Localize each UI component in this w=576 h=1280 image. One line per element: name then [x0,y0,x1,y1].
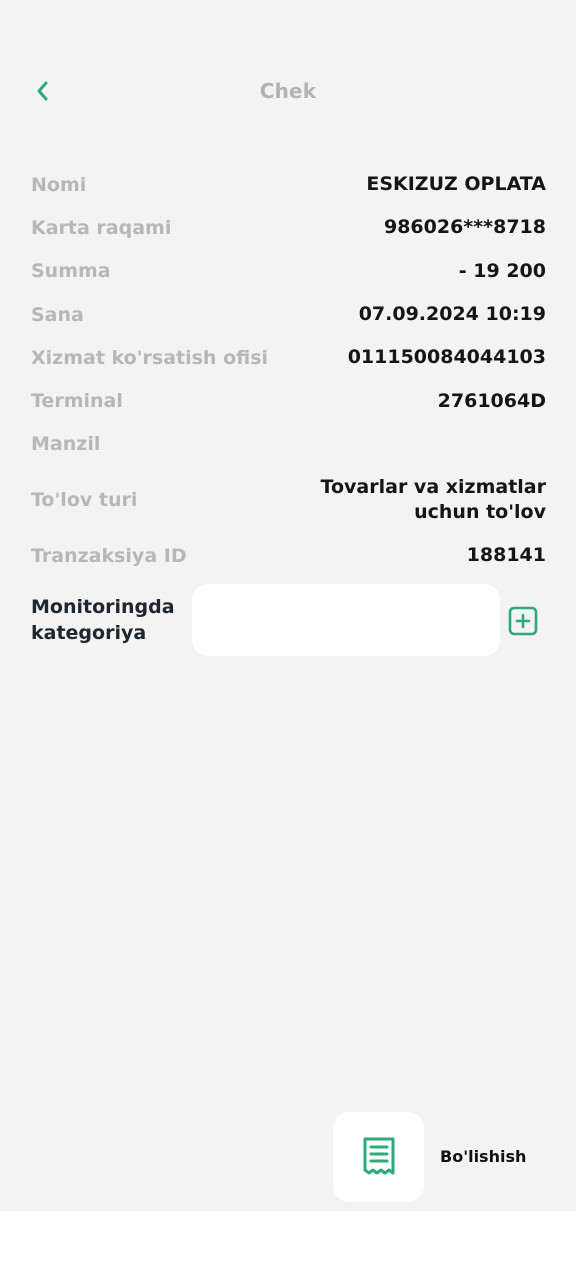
receipt-icon [363,1137,394,1175]
detail-label: Sana [31,303,84,326]
category-label: Monitoringda kategoriya [31,596,175,644]
category-field[interactable] [192,584,500,656]
page-title: Chek [259,79,317,103]
detail-row-payment-type: To'lov turi Tovarlar va xizmatlar uchun … [31,466,546,534]
detail-value: 011150084044103 [347,346,546,369]
monitoring-category: Monitoringda kategoriya [31,584,546,656]
header: Chek [0,60,576,122]
detail-value: 2761064D [437,389,546,412]
detail-label: Xizmat ko'rsatish ofisi [31,346,269,369]
share-action: Bo'lishish [333,1112,553,1202]
detail-label: Nomi [31,173,87,196]
share-button[interactable] [333,1112,424,1202]
detail-value: 188141 [466,544,546,567]
detail-value: - 19 200 [458,259,546,282]
detail-row-office: Xizmat ko'rsatish ofisi 011150084044103 [31,336,546,379]
detail-label: Karta raqami [31,216,172,239]
detail-label: Tranzaksiya ID [31,544,187,567]
detail-row-terminal: Terminal 2761064D [31,379,546,422]
detail-row-transaction-id: Tranzaksiya ID 188141 [31,534,546,577]
detail-row-date: Sana 07.09.2024 10:19 [31,293,546,336]
detail-label: Summa [31,260,111,283]
detail-label: Manzil [31,433,101,456]
share-label[interactable]: Bo'lishish [440,1147,526,1166]
detail-row-address: Manzil [31,423,546,466]
detail-label: Terminal [31,390,123,413]
add-category-button[interactable] [507,605,539,637]
detail-row-card-number: Karta raqami 986026***8718 [31,206,546,249]
receipt-details: Nomi ESKIZUZ OPLATA Karta raqami 986026*… [31,163,546,577]
detail-value: 986026***8718 [383,216,546,239]
detail-row-name: Nomi ESKIZUZ OPLATA [31,163,546,206]
detail-value: 07.09.2024 10:19 [358,303,546,326]
detail-label: To'lov turi [31,489,138,512]
detail-row-amount: Summa - 19 200 [31,250,546,293]
detail-value: ESKIZUZ OPLATA [366,173,546,196]
detail-value: Tovarlar va xizmatlar uchun to'lov [320,476,546,524]
receipt-screen: Chek Nomi ESKIZUZ OPLATA Karta raqami 98… [0,0,576,1211]
plus-square-icon [508,606,538,636]
